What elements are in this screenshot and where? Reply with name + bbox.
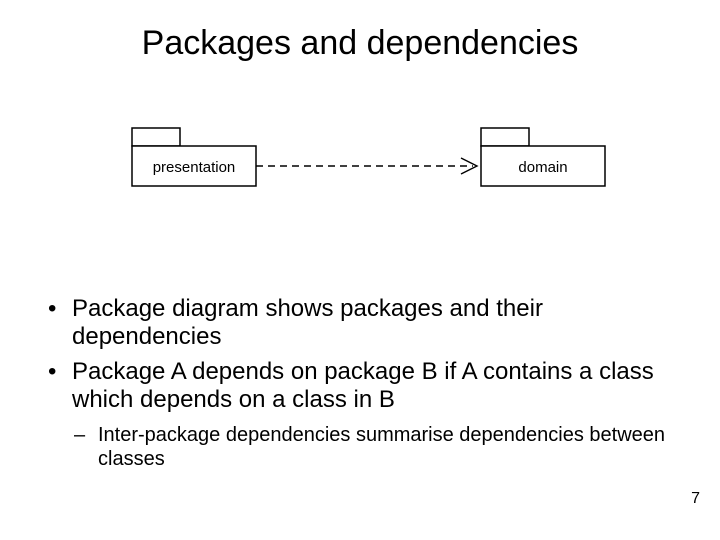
package-right: domain [481,128,605,186]
bullet-list: • Package diagram shows packages and the… [42,295,682,471]
sub-bullet-text: Inter-package dependencies summarise dep… [98,424,665,470]
bullet-text: Package A depends on package B if A cont… [72,358,654,413]
package-left-label: presentation [153,159,236,176]
bullet-dash-icon: – [74,424,85,448]
dependency-arrow-icon [256,158,477,174]
bullet-text: Package diagram shows packages and their… [72,295,543,350]
sub-bullet-item: – Inter-package dependencies summarise d… [42,424,682,471]
bullet-dot-icon: • [48,358,56,386]
page-number: 7 [691,490,700,508]
bullet-item: • Package diagram shows packages and the… [42,295,682,352]
slide-title: Packages and dependencies [0,24,720,63]
bullet-dot-icon: • [48,295,56,323]
package-left: presentation [132,128,256,186]
uml-svg: presentation domain [125,118,613,218]
slide: Packages and dependencies presentation d… [0,0,720,540]
package-right-label: domain [518,159,567,176]
bullet-item: • Package A depends on package B if A co… [42,358,682,415]
package-diagram: presentation domain [125,118,613,218]
